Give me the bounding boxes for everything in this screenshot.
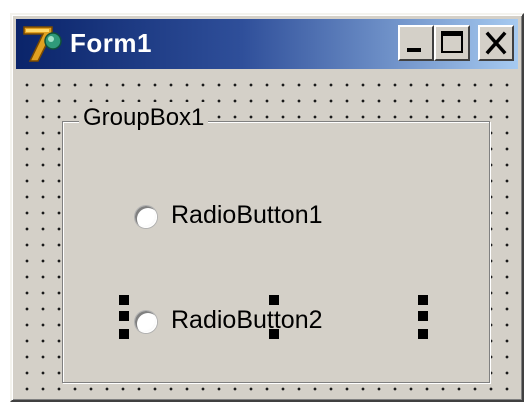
selection-handle-bottom-left[interactable] (119, 329, 129, 339)
selection-handle-bottom-mid[interactable] (269, 329, 279, 339)
minimize-button[interactable] (398, 25, 434, 61)
selection-handle-top-left[interactable] (119, 295, 129, 305)
window-title: Form1 (70, 28, 152, 58)
close-icon (485, 31, 507, 55)
form-window: Form1 GroupBox1 RadioButton1 RadioButton… (10, 13, 524, 402)
selection-handle-mid-right[interactable] (418, 311, 428, 321)
minimize-icon (407, 48, 421, 52)
close-button[interactable] (478, 25, 514, 61)
groupbox[interactable]: GroupBox1 RadioButton1 RadioButton2 (62, 102, 490, 383)
maximize-button[interactable] (434, 25, 470, 61)
form-designer-surface[interactable]: GroupBox1 RadioButton1 RadioButton2 (16, 73, 518, 396)
radio-button-2-circle[interactable] (135, 311, 157, 333)
selection-handle-mid-left[interactable] (119, 311, 129, 321)
delphi-app-icon[interactable] (22, 23, 62, 65)
radio-button-2-label[interactable]: RadioButton2 (171, 305, 323, 335)
selection-handle-bottom-right[interactable] (418, 329, 428, 339)
title-bar[interactable]: Form1 (16, 19, 518, 69)
selection-handle-top-mid[interactable] (269, 295, 279, 305)
radio-button-1-label[interactable]: RadioButton1 (171, 200, 323, 230)
selection-handle-top-right[interactable] (418, 295, 428, 305)
radio-button-1-circle[interactable] (135, 206, 157, 228)
maximize-icon (441, 31, 463, 53)
groupbox-caption: GroupBox1 (79, 102, 209, 134)
